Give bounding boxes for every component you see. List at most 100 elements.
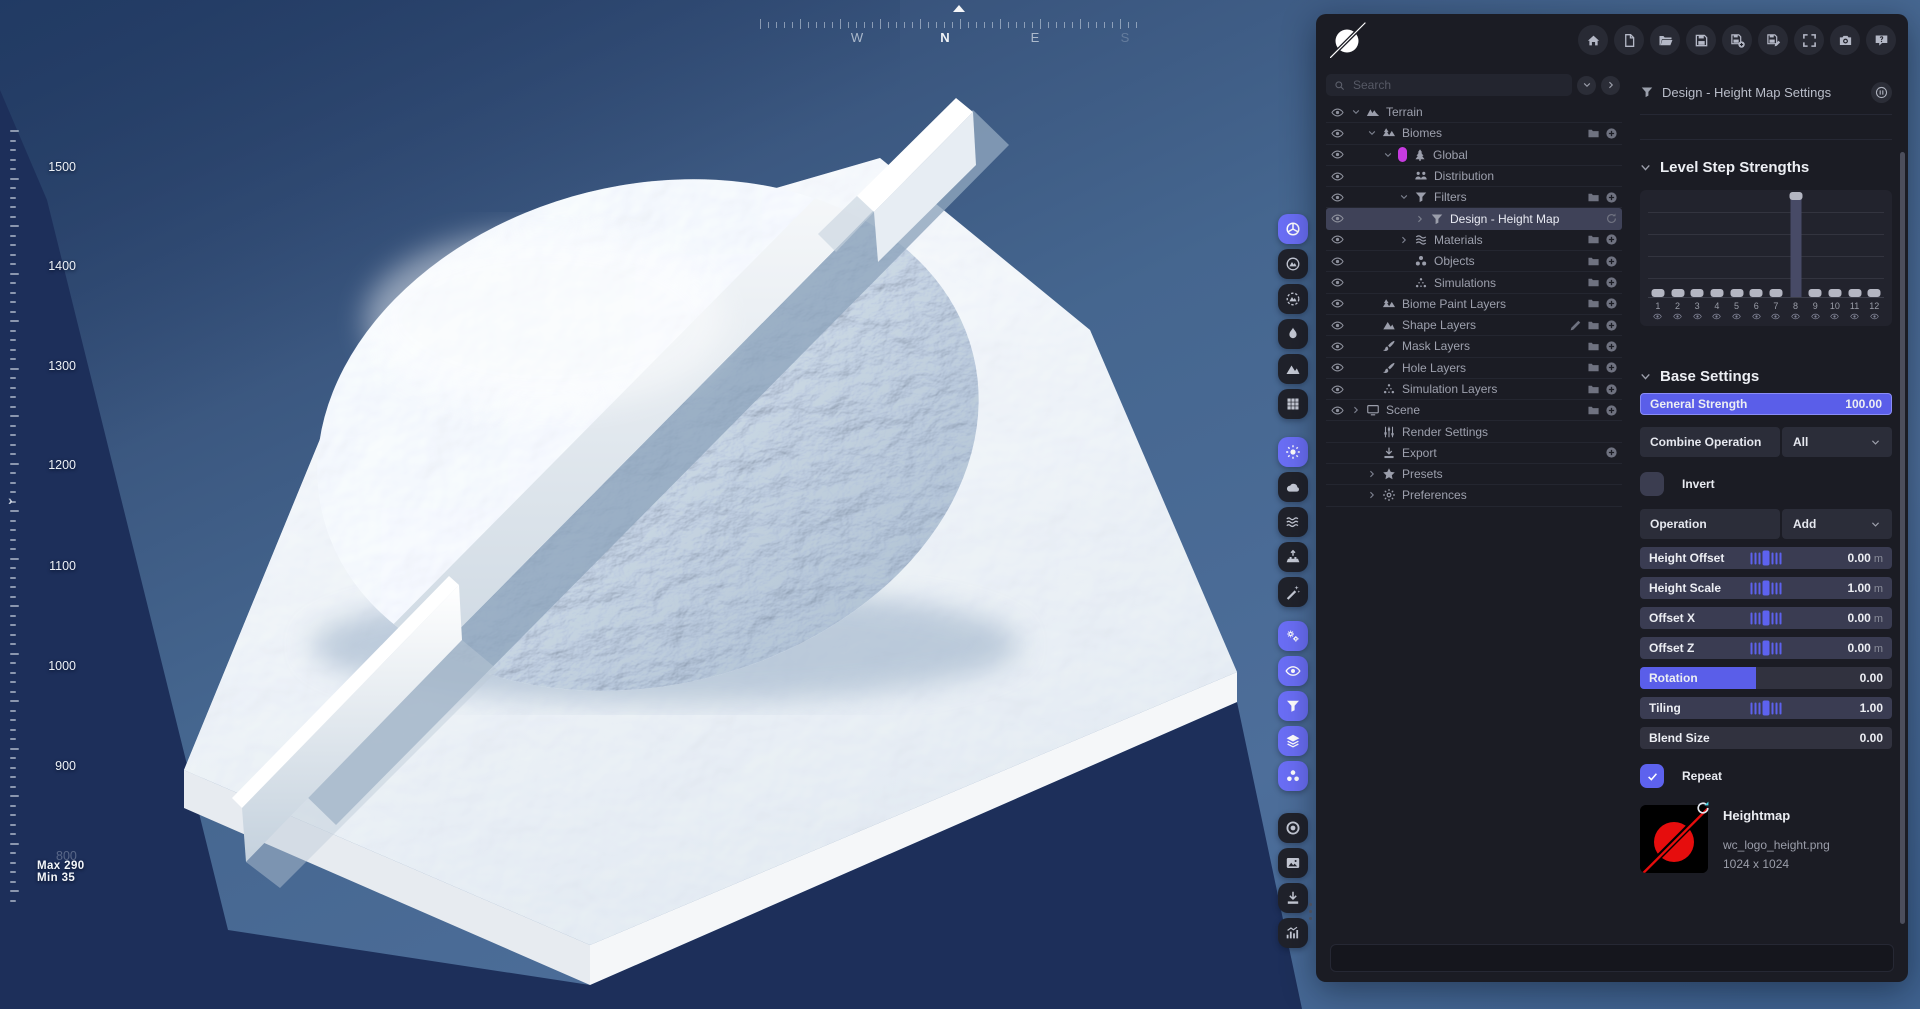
- level-step-eye-9[interactable]: [1805, 312, 1825, 321]
- tree-item-shape-layers[interactable]: Shape Layers: [1326, 315, 1622, 336]
- expand-toggle[interactable]: [1399, 235, 1414, 245]
- viewport-sun-button[interactable]: [1278, 437, 1308, 467]
- filters-plus-button[interactable]: [1605, 191, 1618, 204]
- panel-resize-handle[interactable]: [1309, 903, 1312, 920]
- section-base-settings[interactable]: Base Settings: [1640, 368, 1892, 385]
- mask-layers-folder-button[interactable]: [1587, 340, 1600, 353]
- tree-options-button[interactable]: [1601, 76, 1620, 95]
- tree-item-preferences[interactable]: Preferences: [1326, 485, 1622, 506]
- expand-toggle[interactable]: [1383, 150, 1398, 160]
- setting-height-scale[interactable]: Height Scale1.00m: [1640, 577, 1892, 599]
- invert-checkbox[interactable]: [1640, 472, 1664, 496]
- toolbar-save-add-button[interactable]: [1722, 25, 1752, 55]
- objects-folder-button[interactable]: [1587, 255, 1600, 268]
- hole-layers-folder-button[interactable]: [1587, 361, 1600, 374]
- viewport-tree-platform-button[interactable]: [1278, 542, 1308, 572]
- mask-layers-plus-button[interactable]: [1605, 340, 1618, 353]
- visibility-toggle[interactable]: [1331, 383, 1351, 396]
- viewport-stats-button[interactable]: [1278, 918, 1308, 948]
- tree-item-hole-layers[interactable]: Hole Layers: [1326, 358, 1622, 379]
- visibility-toggle[interactable]: [1331, 255, 1351, 268]
- level-step-eye-12[interactable]: [1864, 312, 1884, 321]
- toolbar-file-new-button[interactable]: [1614, 25, 1644, 55]
- viewport-image-button[interactable]: [1278, 848, 1308, 878]
- tree-item-biome-paint-layers[interactable]: Biome Paint Layers: [1326, 294, 1622, 315]
- viewport-flame-button[interactable]: [1278, 319, 1308, 349]
- visibility-toggle[interactable]: [1331, 148, 1351, 161]
- level-step-handle-1[interactable]: [1651, 289, 1664, 297]
- setting-blend-size[interactable]: Blend Size0.00: [1640, 727, 1892, 749]
- height-scale-drag-handle[interactable]: [1751, 581, 1782, 596]
- visibility-toggle[interactable]: [1331, 297, 1351, 310]
- biomes-plus-button[interactable]: [1605, 127, 1618, 140]
- visibility-toggle[interactable]: [1331, 361, 1351, 374]
- level-step-eye-5[interactable]: [1727, 312, 1747, 321]
- biomes-folder-button[interactable]: [1587, 127, 1600, 140]
- level-step-eye-1[interactable]: [1648, 312, 1668, 321]
- tree-item-render-settings[interactable]: Render Settings: [1326, 421, 1622, 442]
- expand-toggle[interactable]: [1367, 128, 1382, 138]
- level-step-handle-3[interactable]: [1691, 289, 1704, 297]
- level-step-eye-7[interactable]: [1766, 312, 1786, 321]
- viewport-mountain-button[interactable]: [1278, 354, 1308, 384]
- level-step-handle-10[interactable]: [1828, 289, 1841, 297]
- visibility-toggle[interactable]: [1331, 191, 1351, 204]
- viewport-eye-circle-button[interactable]: [1278, 656, 1308, 686]
- expand-toggle[interactable]: [1415, 214, 1430, 224]
- setting-offset-z[interactable]: Offset Z0.00m: [1640, 637, 1892, 659]
- level-step-handle-2[interactable]: [1671, 289, 1684, 297]
- visibility-toggle[interactable]: [1331, 404, 1351, 417]
- toolbar-save-button[interactable]: [1686, 25, 1716, 55]
- filters-folder-button[interactable]: [1587, 191, 1600, 204]
- level-step-handle-12[interactable]: [1868, 289, 1881, 297]
- viewport-mountain-circle-button[interactable]: [1278, 249, 1308, 279]
- level-step-handle-7[interactable]: [1769, 289, 1782, 297]
- simulation-layers-plus-button[interactable]: [1605, 383, 1618, 396]
- tree-item-biomes[interactable]: Biomes: [1326, 123, 1622, 144]
- level-step-eye-4[interactable]: [1707, 312, 1727, 321]
- level-step-eye-8[interactable]: [1786, 312, 1806, 321]
- tree-collapse-all-button[interactable]: [1577, 76, 1596, 95]
- search-box[interactable]: [1326, 74, 1572, 96]
- viewport-record-button[interactable]: [1278, 813, 1308, 843]
- level-step-eye-2[interactable]: [1668, 312, 1688, 321]
- visibility-toggle[interactable]: [1331, 106, 1351, 119]
- design-height-map-refresh-button[interactable]: [1605, 212, 1618, 225]
- visibility-toggle[interactable]: [1331, 233, 1351, 246]
- section-level-step-strengths[interactable]: Level Step Strengths: [1640, 159, 1892, 176]
- level-step-handle-11[interactable]: [1848, 289, 1861, 297]
- tree-item-global[interactable]: Global: [1326, 145, 1622, 166]
- expand-toggle[interactable]: [1351, 405, 1366, 415]
- shape-layers-plus-button[interactable]: [1605, 319, 1618, 332]
- offset-x-drag-handle[interactable]: [1751, 611, 1782, 626]
- simulations-plus-button[interactable]: [1605, 276, 1618, 289]
- visibility-toggle[interactable]: [1331, 340, 1351, 353]
- tree-item-filters[interactable]: Filters: [1326, 187, 1622, 208]
- biome-color-swatch[interactable]: [1398, 147, 1407, 162]
- visibility-toggle[interactable]: [1331, 170, 1351, 183]
- tree-item-export[interactable]: Export: [1326, 443, 1622, 464]
- setting-general-strength[interactable]: General Strength100.00: [1640, 393, 1892, 415]
- level-step-eye-10[interactable]: [1825, 312, 1845, 321]
- toolbar-fit-view-button[interactable]: [1794, 25, 1824, 55]
- biome-paint-layers-plus-button[interactable]: [1605, 297, 1618, 310]
- level-step-eye-3[interactable]: [1687, 312, 1707, 321]
- tree-item-simulation-layers[interactable]: Simulation Layers: [1326, 379, 1622, 400]
- objects-plus-button[interactable]: [1605, 255, 1618, 268]
- toolbar-save-edit-button[interactable]: [1758, 25, 1788, 55]
- materials-folder-button[interactable]: [1587, 233, 1600, 246]
- expand-toggle[interactable]: [1399, 192, 1414, 202]
- setting-tiling[interactable]: Tiling1.00: [1640, 697, 1892, 719]
- visibility-toggle[interactable]: [1331, 212, 1351, 225]
- viewport-gears-button[interactable]: [1278, 621, 1308, 651]
- level-step-handle-6[interactable]: [1750, 289, 1763, 297]
- simulation-layers-folder-button[interactable]: [1587, 383, 1600, 396]
- offset-z-drag-handle[interactable]: [1751, 641, 1782, 656]
- level-step-handle-4[interactable]: [1710, 289, 1723, 297]
- heightmap-thumbnail[interactable]: [1640, 805, 1708, 873]
- toolbar-folder-open-button[interactable]: [1650, 25, 1680, 55]
- combine-operation-dropdown[interactable]: All: [1782, 427, 1892, 457]
- expand-toggle[interactable]: [1367, 490, 1382, 500]
- viewport-waves-button[interactable]: [1278, 507, 1308, 537]
- operation-dropdown[interactable]: Add: [1782, 509, 1892, 539]
